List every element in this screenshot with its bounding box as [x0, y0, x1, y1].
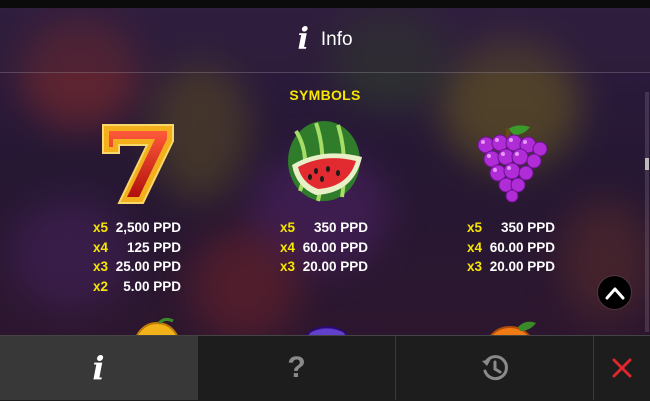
- paytable-seven: x5 2,500 PPD x4 125 PPD x3 25.00 PPD x2 5.00…: [93, 218, 181, 296]
- help-icon: ?: [287, 351, 306, 384]
- scrollbar-thumb[interactable]: [645, 158, 649, 170]
- pay-row: x4 125 PPD: [93, 239, 181, 255]
- lemon-icon: [125, 315, 185, 337]
- scroll-to-top-button[interactable]: [598, 276, 631, 309]
- paytable-content: SYMBOLS x5 2,500 PPD x4 125 PPD x3 25.00…: [0, 73, 650, 335]
- pay-row: x5 350 PPD: [280, 220, 368, 236]
- seven-icon: [95, 119, 185, 214]
- tab-history[interactable]: [396, 336, 594, 400]
- pay-row: x3 25.00 PPD: [93, 259, 181, 275]
- pay-row: x5 2,500 PPD: [93, 220, 181, 236]
- paytable-grapes: x5 350 PPD x4 60.00 PPD x3 20.00 PPD: [467, 218, 555, 277]
- close-icon: [612, 358, 632, 378]
- pay-row: x4 60.00 PPD: [467, 239, 555, 255]
- bottom-tab-bar: i ?: [0, 335, 650, 401]
- tab-help[interactable]: ?: [198, 336, 396, 400]
- pay-row: x3 20.00 PPD: [467, 259, 555, 275]
- info-icon: i: [92, 349, 105, 387]
- info-header: i Info: [0, 8, 650, 73]
- pay-row: x3 20.00 PPD: [280, 259, 368, 275]
- status-bar: [0, 0, 650, 8]
- chevron-up-icon: [605, 287, 624, 299]
- pay-row: x4 60.00 PPD: [280, 239, 368, 255]
- grapes-icon: [470, 123, 550, 208]
- pay-row: x5 350 PPD: [467, 220, 555, 236]
- watermelon-icon: [282, 117, 366, 212]
- history-icon: [481, 355, 508, 381]
- plum-icon: [295, 315, 355, 337]
- info-header-icon: i: [297, 22, 309, 57]
- close-button[interactable]: [594, 336, 650, 400]
- pay-row: x2 5.00 PPD: [93, 278, 181, 294]
- tab-info[interactable]: i: [0, 336, 198, 400]
- page-title: Info: [320, 29, 353, 50]
- section-title: SYMBOLS: [289, 87, 361, 103]
- scrollbar-track[interactable]: [645, 92, 649, 332]
- paytable-watermelon: x5 350 PPD x4 60.00 PPD x3 20.00 PPD: [280, 218, 368, 277]
- orange-icon: [480, 315, 540, 337]
